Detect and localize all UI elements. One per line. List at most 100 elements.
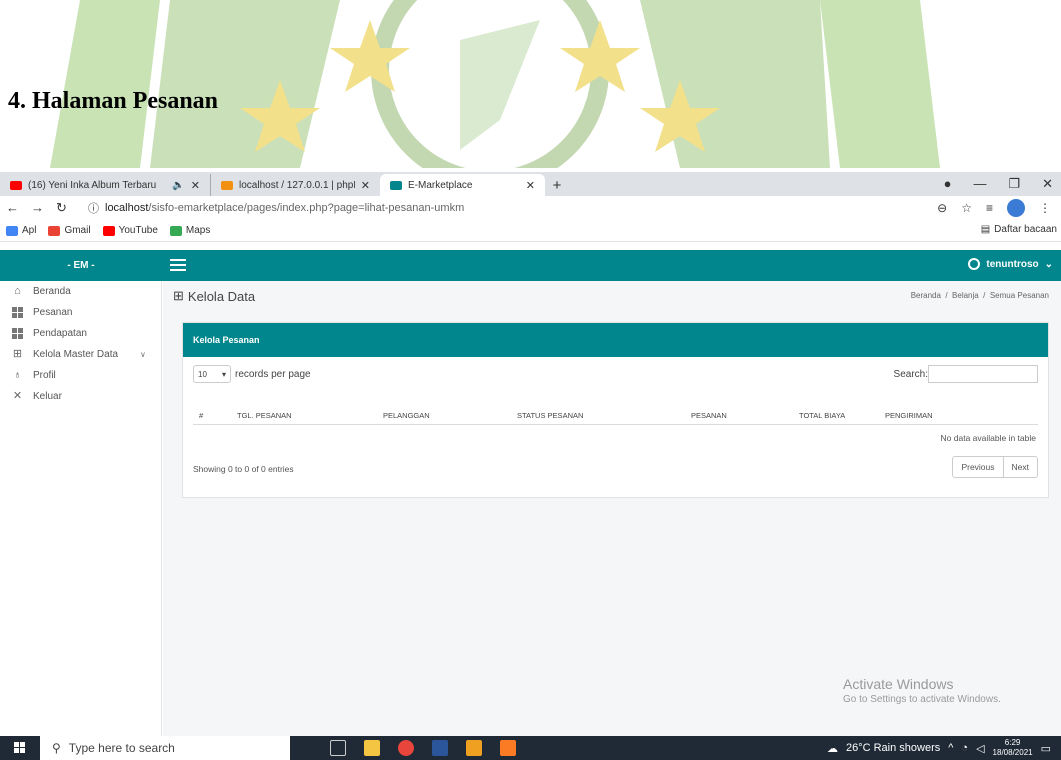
close-tab-icon[interactable]: ✕ <box>191 179 200 192</box>
clock-time: 6:29 <box>1004 738 1021 747</box>
network-icon[interactable]: ◔ <box>961 742 968 754</box>
document-header: 4. Halaman Pesanan <box>0 0 1061 168</box>
user-menu[interactable]: tenuntroso ⌄ <box>968 258 1053 270</box>
word-icon[interactable] <box>432 740 448 756</box>
speaker-icon[interactable]: ◁ <box>976 742 984 755</box>
chevron-down-icon: ▾ <box>221 369 226 379</box>
home-icon: ⌂ <box>14 285 21 297</box>
sidebar-item-label: Keluar <box>33 391 62 402</box>
activate-title: Activate Windows <box>843 676 954 692</box>
page-title-text: Kelola Data <box>187 288 256 304</box>
browser-tab-youtube[interactable]: (16) Yeni Inka Album Terbaru 🔈 ✕ <box>0 174 210 196</box>
maps-icon <box>169 225 182 236</box>
user-circle-icon <box>968 258 981 270</box>
weather-text[interactable]: 26°C Rain showers <box>846 742 940 754</box>
column-header[interactable]: STATUS PESANAN <box>517 411 583 420</box>
sidebar-item-kelola-master-data[interactable]: ⊞ Kelola Master Data ∨ <box>0 344 161 365</box>
browser-tab-phpmyadmin[interactable]: localhost / 127.0.0.1 | phpMyAdmin ✕ <box>210 174 380 196</box>
tab-label: E-Marketplace <box>408 179 473 191</box>
sidebar-item-label: Pendapatan <box>33 328 87 339</box>
close-window-icon[interactable]: ✕ <box>1042 176 1053 192</box>
bookmark-star-icon[interactable]: ☆ <box>961 201 972 215</box>
column-header[interactable]: PELANGGAN <box>383 411 430 420</box>
address-bar: ← → ↻ ⓘ localhost/sisfo-emarketplace/pag… <box>0 196 1061 220</box>
system-tray: ☁ 26°C Rain showers ^ ◔ ◁ 6:29 18/08/202… <box>827 736 1051 760</box>
sidebar-item-pesanan[interactable]: Pesanan <box>0 302 161 323</box>
chrome-icon[interactable] <box>398 740 414 756</box>
url-host: localhost <box>105 202 149 214</box>
chevron-up-icon[interactable]: ^ <box>948 742 953 754</box>
youtube-icon <box>10 180 22 190</box>
reading-list-icon: ▤ <box>980 224 991 235</box>
close-tab-icon[interactable]: ✕ <box>526 179 535 192</box>
activate-subtitle: Go to Settings to activate Windows. <box>843 694 1001 705</box>
bookmark-youtube[interactable]: YouTube <box>97 225 164 236</box>
task-view-icon[interactable] <box>330 740 346 756</box>
back-icon[interactable]: ← <box>6 200 19 216</box>
windows-taskbar: ⚲ Type here to search ☁ 26°C Rain shower… <box>0 736 1061 760</box>
browser-tab-emarketplace[interactable]: E-Marketplace ✕ <box>380 174 545 196</box>
window-controls: ● — ❐ ✕ <box>944 176 1053 192</box>
new-tab-button[interactable]: + <box>545 174 569 196</box>
clock-date: 18/08/2021 <box>992 748 1033 757</box>
table-header: # TGL. PESANAN PELANGGAN STATUS PESANAN … <box>193 405 1038 425</box>
hamburger-menu-icon[interactable] <box>170 256 186 274</box>
sidebar-item-label: Kelola Master Data <box>33 349 119 360</box>
info-icon[interactable]: ⓘ <box>88 200 99 216</box>
previous-button[interactable]: Previous <box>953 457 1002 477</box>
app-g-icon[interactable] <box>466 740 482 756</box>
bookmark-gmail[interactable]: Gmail <box>42 225 96 236</box>
user-icon: ♁ <box>13 369 22 381</box>
grid-icon <box>12 307 23 318</box>
table-search: Search: <box>894 365 1038 383</box>
sidebar: ⌂ Beranda Pesanan Pendapatan ⊞ Kelola Ma… <box>0 281 162 736</box>
sidebar-item-profil[interactable]: ♁ Profil <box>0 365 161 386</box>
menu-dots-icon[interactable]: ⋮ <box>1039 201 1051 215</box>
notifications-icon[interactable]: ▭ <box>1041 742 1051 755</box>
bookmarks-bar: Apl Gmail YouTube Maps ▤ Daftar bacaan <box>0 220 1061 242</box>
reload-icon[interactable]: ↻ <box>56 200 67 216</box>
next-button[interactable]: Next <box>1002 457 1037 477</box>
clock[interactable]: 6:29 18/08/2021 <box>993 738 1033 758</box>
url-field[interactable]: ⓘ localhost/sisfo-emarketplace/pages/ind… <box>88 200 937 216</box>
bookmark-apps[interactable]: Apl <box>0 225 42 236</box>
chevron-down-icon: ∨ <box>140 350 146 359</box>
weather-icon: ☁ <box>826 742 838 755</box>
page-length-value: 10 <box>198 369 207 379</box>
record-icon[interactable]: ● <box>944 176 952 192</box>
column-header[interactable]: PENGIRIMAN <box>885 411 933 420</box>
sidebar-item-keluar[interactable]: ✕ Keluar <box>0 386 161 407</box>
screenshot-root: 4. Halaman Pesanan (16) Yeni Inka Album … <box>0 0 1061 760</box>
page-header: ⊞ Kelola Data Beranda / Belanja / Semua … <box>163 281 1061 311</box>
profile-avatar[interactable] <box>1007 199 1025 217</box>
sidebar-item-label: Beranda <box>33 286 71 297</box>
taskbar-search[interactable]: ⚲ Type here to search <box>40 736 290 760</box>
marketplace-icon <box>390 180 402 190</box>
reading-list-icon[interactable]: ≡ <box>986 201 993 215</box>
page-length-select[interactable]: 10 ▾ <box>193 365 231 383</box>
xampp-icon[interactable] <box>500 740 516 756</box>
app-brand[interactable]: - EM - <box>0 250 162 281</box>
minimize-icon[interactable]: — <box>973 176 986 192</box>
search-input[interactable] <box>928 365 1038 383</box>
records-label: records per page <box>235 368 311 380</box>
file-explorer-icon[interactable] <box>364 740 380 756</box>
card-title: Kelola Pesanan <box>183 323 1048 357</box>
grid-icon <box>12 328 23 339</box>
bookmark-maps[interactable]: Maps <box>164 225 216 236</box>
forward-icon[interactable]: → <box>31 200 44 216</box>
close-tab-icon[interactable]: ✕ <box>361 179 370 192</box>
column-header[interactable]: # <box>199 411 203 420</box>
sidebar-item-beranda[interactable]: ⌂ Beranda <box>0 281 161 302</box>
restore-icon[interactable]: ❐ <box>1008 176 1020 192</box>
column-header[interactable]: TGL. PESANAN <box>237 411 292 420</box>
sidebar-item-label: Profil <box>33 370 56 381</box>
column-header[interactable]: TOTAL BIAYA <box>799 411 845 420</box>
windows-start-icon[interactable] <box>14 742 26 754</box>
sidebar-item-pendapatan[interactable]: Pendapatan <box>0 323 161 344</box>
reading-list-button[interactable]: ▤ Daftar bacaan <box>981 224 1057 235</box>
taskbar-apps <box>330 740 516 756</box>
app-topbar: - EM - tenuntroso ⌄ <box>0 250 1061 281</box>
zoom-icon[interactable]: ⊖ <box>937 201 947 215</box>
column-header[interactable]: PESANAN <box>691 411 727 420</box>
